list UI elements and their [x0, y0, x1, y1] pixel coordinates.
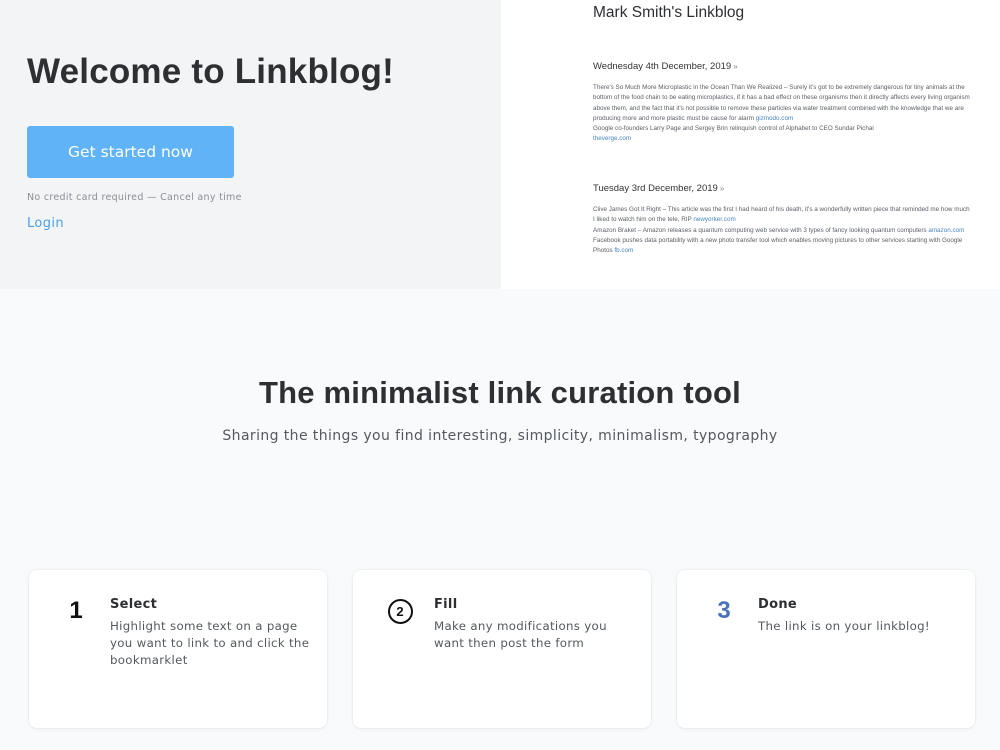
- step-title: Done: [758, 597, 797, 612]
- hero-section: Welcome to Linkblog! Get started now No …: [0, 0, 1000, 289]
- circled-number-icon: 2: [387, 598, 413, 624]
- preview-entry-domain: amazon.com: [928, 226, 965, 234]
- get-started-button[interactable]: Get started now: [27, 126, 234, 178]
- preview-entry: Amazon Braket – Amazon releases a quantu…: [593, 226, 971, 236]
- preview-entry-domain: gizmodo.com: [755, 114, 794, 122]
- hero-left-panel: Welcome to Linkblog! Get started now No …: [0, 0, 501, 289]
- preview-entry: There's So Much More Microplastic in the…: [593, 83, 971, 124]
- preview-entry-domain: fb.com: [614, 247, 634, 255]
- step-description: Highlight some text on a page you want t…: [110, 619, 310, 667]
- preview-entry: Google co-founders Larry Page and Sergey…: [593, 124, 971, 145]
- preview-entry-domain: theverge.com: [593, 135, 632, 143]
- preview-date-heading: Tuesday 3rd December, 2019»: [593, 183, 724, 194]
- hero-title: Welcome to Linkblog!: [27, 52, 394, 91]
- preview-entry-text: Clive James Got It Right – This article …: [593, 206, 970, 224]
- preview-day-entries: Clive James Got It Right – This article …: [593, 205, 971, 256]
- login-link[interactable]: Login: [27, 216, 64, 231]
- preview-day-entries: There's So Much More Microplastic in the…: [593, 83, 971, 145]
- linkblog-preview-screenshot: Mark Smith's Linkblog Wednesday 4th Dece…: [501, 0, 1000, 289]
- step-description: Make any modifications you want then pos…: [434, 619, 607, 650]
- step-number: 1: [69, 597, 83, 624]
- preview-entry: Facebook pushes data portability with a …: [593, 236, 971, 257]
- step-number: 3: [717, 597, 731, 624]
- step-number: 2: [385, 596, 415, 626]
- step-title: Select: [110, 597, 158, 612]
- step-card-fill: 2 Fill Make any modifications you want t…: [353, 570, 651, 728]
- preview-entry-domain: newyorker.com: [693, 216, 736, 224]
- step-card-select: 1 Select Highlight some text on a page y…: [29, 570, 327, 728]
- step-title: Fill: [434, 597, 458, 612]
- preview-entry-text: Facebook pushes data portability with a …: [593, 236, 963, 255]
- preview-date-heading: Wednesday 4th December, 2019»: [593, 61, 738, 72]
- date-arrow-icon: »: [719, 184, 725, 193]
- step-description: The link is on your linkblog!: [758, 619, 930, 633]
- preview-date-text: Wednesday 4th December, 2019: [593, 61, 732, 72]
- preview-date-text: Tuesday 3rd December, 2019: [593, 183, 718, 194]
- features-subtitle: Sharing the things you find interesting,…: [222, 428, 778, 444]
- features-title: The minimalist link curation tool: [259, 375, 741, 410]
- preview-entry-text: Amazon Braket – Amazon releases a quantu…: [593, 226, 927, 234]
- step-card-done: 3 Done The link is on your linkblog!: [677, 570, 975, 728]
- preview-blog-title: Mark Smith's Linkblog: [593, 4, 745, 21]
- preview-entry-text: Google co-founders Larry Page and Sergey…: [593, 125, 874, 133]
- date-arrow-icon: »: [733, 62, 738, 71]
- preview-entry: Clive James Got It Right – This article …: [593, 205, 971, 226]
- fineprint-text: No credit card required — Cancel any tim…: [27, 192, 242, 203]
